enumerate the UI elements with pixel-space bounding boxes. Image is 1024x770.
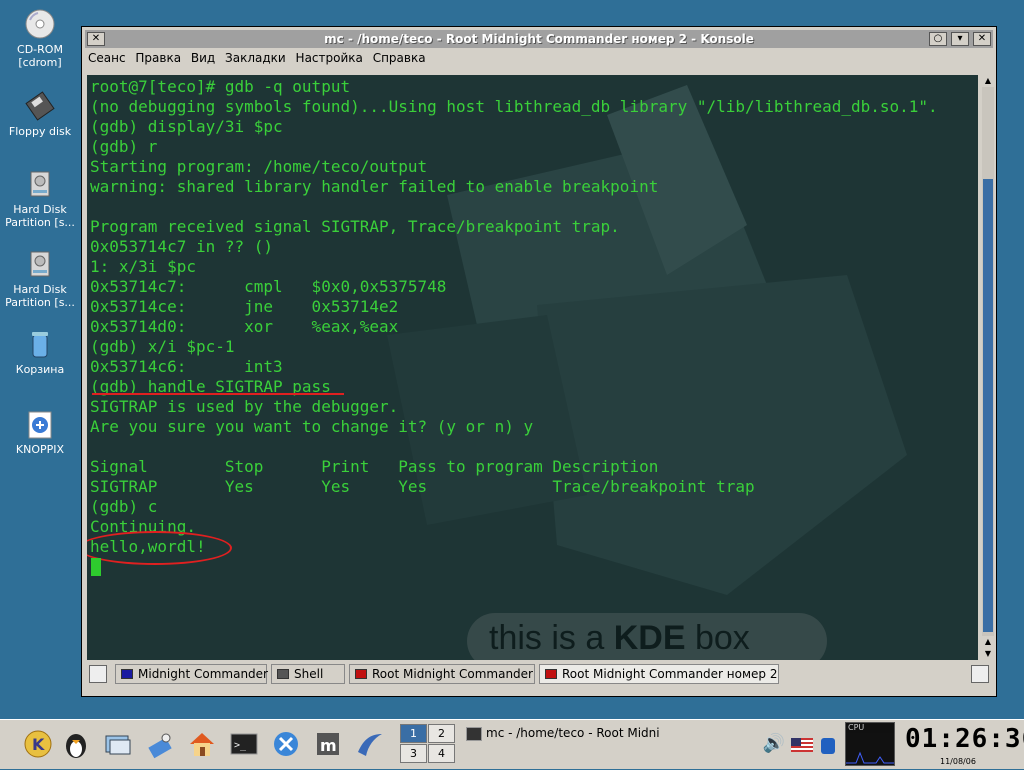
pager-desktop-3[interactable]: 3 xyxy=(400,744,427,763)
icon-label-2: [cdrom] xyxy=(18,56,62,69)
openoffice-icon[interactable] xyxy=(354,728,386,760)
terminal-cursor xyxy=(91,558,101,576)
pager-desktop-2[interactable]: 2 xyxy=(428,724,455,743)
cpu-monitor: CPU xyxy=(845,722,895,766)
desktop-icon-knoppix[interactable]: KNOPPIX xyxy=(4,408,76,456)
session-tabs: Midnight Commander Shell Root Midnight C… xyxy=(85,663,993,685)
mc-icon[interactable]: m xyxy=(312,728,344,760)
menu-settings[interactable]: Настройка xyxy=(293,49,366,67)
session-icon xyxy=(545,669,557,679)
scroll-down-arrow[interactable]: ▼ xyxy=(982,648,994,660)
scroll-up-arrow-bottom[interactable]: ▲ xyxy=(982,636,994,648)
cpu-graph xyxy=(846,733,894,765)
session-icon xyxy=(355,669,367,679)
terminal-icon[interactable]: >_ xyxy=(228,728,260,760)
scroll-up-arrow[interactable]: ▲ xyxy=(982,75,994,87)
icon-label: Floppy disk xyxy=(8,125,72,138)
kmenu-icon[interactable]: K xyxy=(22,728,54,760)
pager-desktop-1[interactable]: 1 xyxy=(400,724,427,743)
icon-label: Hard Disk xyxy=(13,203,67,216)
svg-text:K: K xyxy=(32,735,45,754)
tab-label: Shell xyxy=(294,667,324,681)
icon-label: Hard Disk xyxy=(13,283,67,296)
task-label: mc - /home/teco - Root Midni xyxy=(486,726,660,740)
tab-label: Root Midnight Commander xyxy=(372,667,533,681)
desktop-icon-floppy[interactable]: Floppy disk xyxy=(4,90,76,138)
konqueror-icon[interactable] xyxy=(270,728,302,760)
maximize-button[interactable]: ▾ xyxy=(951,32,969,46)
tab-label: Midnight Commander xyxy=(138,667,268,681)
menu-session[interactable]: Сеанс xyxy=(85,49,129,67)
pager-desktop-4[interactable]: 4 xyxy=(428,744,455,763)
cdrom-icon xyxy=(25,9,55,39)
knoppix-icon xyxy=(28,411,52,439)
icon-label: KNOPPIX xyxy=(15,443,65,456)
tux-icon[interactable] xyxy=(60,728,92,760)
title-bar[interactable]: ✕ mc - /home/teco - Root Midnight Comman… xyxy=(85,30,993,48)
minimize-button[interactable]: ○ xyxy=(929,32,947,46)
terminal-area[interactable]: this is a KDE box root@7[teco]# gdb -q o… xyxy=(87,75,978,660)
close-session-button[interactable] xyxy=(971,665,989,683)
home-icon[interactable] xyxy=(186,728,218,760)
desktop-pager: 1 2 3 4 xyxy=(400,724,456,764)
tab-midnight-commander[interactable]: Midnight Commander xyxy=(115,664,268,684)
date: 11/08/06 xyxy=(940,757,976,766)
menu-bar: Сеанс Правка Вид Закладки Настройка Спра… xyxy=(85,49,993,69)
annotation-underline xyxy=(92,393,344,395)
floppy-icon xyxy=(25,91,55,121)
scrollbar-thumb[interactable] xyxy=(983,179,993,632)
icon-label: Корзина xyxy=(15,363,65,376)
icon-label-2: Partition [s... xyxy=(5,216,75,229)
desktop-icon-harddisk-1[interactable]: Hard Disk Partition [s... xyxy=(4,168,76,229)
harddisk-icon xyxy=(30,251,50,277)
session-icon xyxy=(277,669,289,679)
clock[interactable]: 01:26:36 xyxy=(905,724,1024,754)
icon-label-2: Partition [s... xyxy=(5,296,75,309)
konsole-window: ✕ mc - /home/teco - Root Midnight Comman… xyxy=(81,26,997,697)
terminal-output: root@7[teco]# gdb -q output (no debuggin… xyxy=(90,77,938,556)
icon-label: CD-ROM xyxy=(17,43,63,56)
konsole-task-icon xyxy=(466,726,482,741)
tab-shell[interactable]: Shell xyxy=(271,664,345,684)
show-desktop-icon[interactable] xyxy=(102,728,134,760)
tab-root-mc-2[interactable]: Root Midnight Commander номер 2 xyxy=(539,664,779,684)
svg-text:>_: >_ xyxy=(234,740,247,751)
scrollbar[interactable]: ▲ ▲ ▼ xyxy=(982,75,994,660)
cpu-label: CPU xyxy=(848,723,865,732)
close-button[interactable]: ✕ xyxy=(973,32,991,46)
kcontrol-icon[interactable] xyxy=(144,728,176,760)
kde-watermark: this is a KDE box xyxy=(489,619,750,657)
svg-text:m: m xyxy=(320,736,337,755)
menu-edit[interactable]: Правка xyxy=(132,49,184,67)
kde-panel: K >_ m 1 2 3 4 mc - /home/teco - Root Mi… xyxy=(0,719,1024,769)
taskbar-task-konsole[interactable]: mc - /home/teco - Root Midni xyxy=(466,726,662,746)
menu-help[interactable]: Справка xyxy=(370,49,429,67)
window-title: mc - /home/teco - Root Midnight Commande… xyxy=(324,32,754,46)
menu-view[interactable]: Вид xyxy=(188,49,218,67)
tab-root-mc[interactable]: Root Midnight Commander xyxy=(349,664,535,684)
trash-icon xyxy=(32,332,48,358)
desktop-icon-harddisk-2[interactable]: Hard Disk Partition [s... xyxy=(4,248,76,309)
tab-label: Root Midnight Commander номер 2 xyxy=(562,667,778,681)
session-icon xyxy=(121,669,133,679)
desktop-icon-trash[interactable]: Корзина xyxy=(4,328,76,376)
harddisk-icon xyxy=(30,171,50,197)
menu-bookmarks[interactable]: Закладки xyxy=(222,49,289,67)
new-session-button[interactable] xyxy=(89,665,107,683)
klipper-icon[interactable] xyxy=(812,728,844,760)
desktop-icon-cdrom[interactable]: CD-ROM [cdrom] xyxy=(4,8,76,69)
